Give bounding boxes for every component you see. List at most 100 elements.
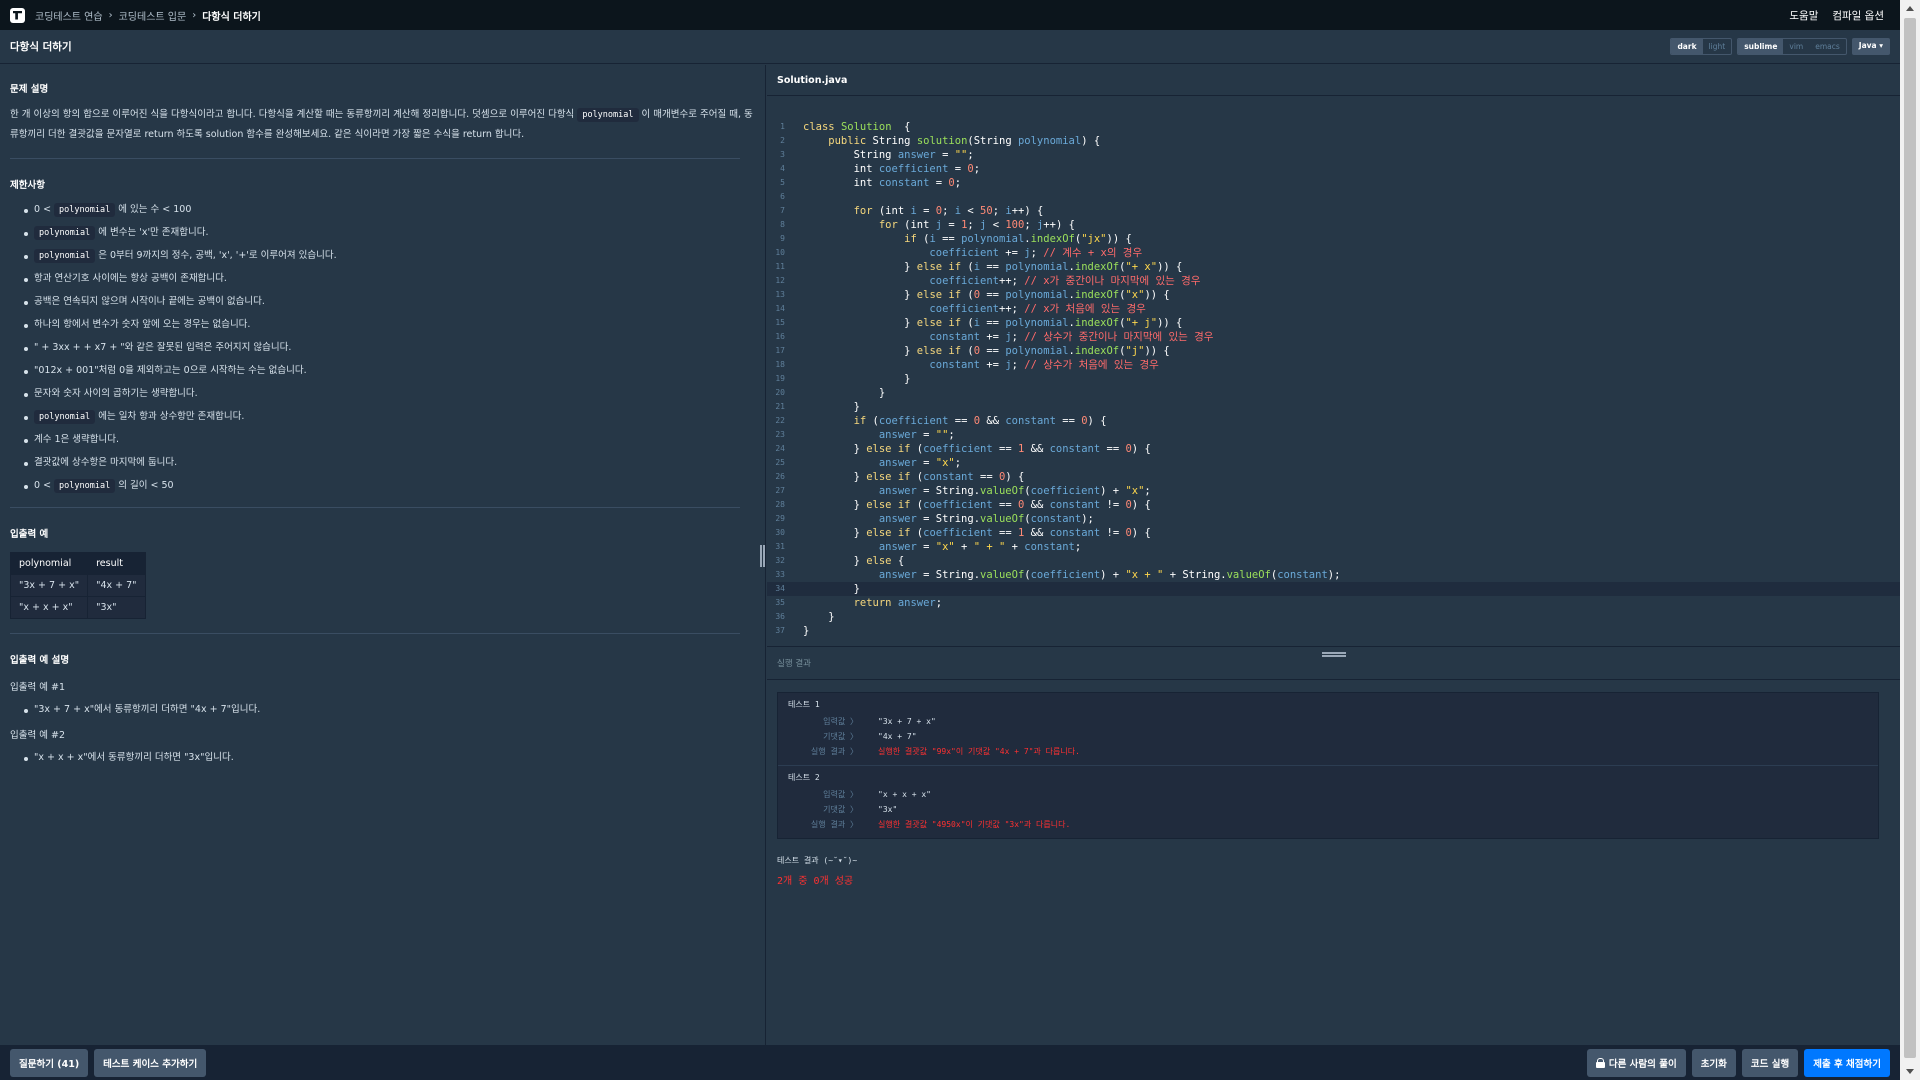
constraint-text: 결괏값에 상수항은 마지막에 둡니다. xyxy=(34,457,178,468)
constraint-text: 0 < xyxy=(34,480,55,491)
code-text: } else if (i == polynomial.indexOf("+ x"… xyxy=(803,260,1182,274)
breadcrumb-intro[interactable]: 코딩테스트 입문 xyxy=(119,8,187,23)
line-number: 18 xyxy=(775,360,785,369)
code-token: ) + xyxy=(1100,485,1126,497)
divider xyxy=(10,158,740,159)
code-token: polynomial xyxy=(961,233,1025,245)
code-line: 27 answer = String.valueOf(coefficient) … xyxy=(767,484,1900,498)
code-token: else if xyxy=(866,499,917,511)
code-token: ++) { xyxy=(1043,219,1075,231)
code-token: ) { xyxy=(1005,471,1025,483)
keymap-emacs-button[interactable]: emacs xyxy=(1809,39,1846,54)
code-token: constant xyxy=(1049,499,1101,511)
run-code-button[interactable]: 코드 실행 xyxy=(1741,1048,1799,1077)
code-token: )) { xyxy=(1144,289,1170,301)
code-text: } xyxy=(803,610,834,624)
code-token: " + " xyxy=(973,541,1006,553)
line-number: 20 xyxy=(775,388,785,397)
code-token: ; xyxy=(1144,485,1151,497)
code-token: polynomial xyxy=(1005,261,1069,273)
line-number: 3 xyxy=(780,150,785,159)
line-number: 24 xyxy=(775,444,785,453)
constraint-text: "012x + 001"처럼 0을 제외하고는 0으로 시작하는 수는 없습니다… xyxy=(34,365,307,376)
code-line: 33 answer = String.valueOf(coefficient) … xyxy=(767,568,1900,582)
code-token: (String xyxy=(967,135,1018,147)
code-token: ) { xyxy=(1087,415,1107,427)
programmers-logo-icon[interactable] xyxy=(10,7,25,23)
line-number: 28 xyxy=(775,500,785,509)
ask-question-button[interactable]: 질문하기 (41) xyxy=(10,1048,89,1077)
code-token: // x가 중간이나 마지막에 있는 경우 xyxy=(1024,275,1201,287)
breadcrumb-practice[interactable]: 코딩테스트 연습 xyxy=(35,8,103,23)
theme-dark-button[interactable]: dark xyxy=(1671,39,1703,54)
code-token: == xyxy=(980,317,1006,329)
theme-light-button[interactable]: light xyxy=(1703,39,1732,54)
code-line: 8 for (int j = 1; j < 100; j++) { xyxy=(767,218,1900,232)
keymap-sublime-button[interactable]: sublime xyxy=(1738,39,1784,54)
line-number: 37 xyxy=(775,626,785,635)
code-token: if xyxy=(803,415,873,427)
code-token: )) { xyxy=(1157,261,1183,273)
code-text: if (i == polynomial.indexOf("jx")) { xyxy=(803,232,1132,246)
line-number: 31 xyxy=(775,542,785,551)
code-token: (int xyxy=(878,205,911,217)
code-token: constant xyxy=(803,359,981,371)
summary-text: 2개 중 0개 성공 xyxy=(777,876,854,887)
code-token: "j" xyxy=(1125,345,1145,357)
submit-button[interactable]: 제출 후 채점하기 xyxy=(1804,1048,1890,1077)
problem-pane[interactable]: 문제 설명 한 개 이상의 항의 합으로 이루어진 식을 다항식이라고 합니다.… xyxy=(0,65,766,1045)
page-scrollbar[interactable] xyxy=(1900,0,1920,1080)
add-testcase-button[interactable]: 테스트 케이스 추가하기 xyxy=(94,1048,207,1077)
code-token: class xyxy=(803,121,841,133)
code-token: constant xyxy=(1277,569,1328,581)
horizontal-splitter-handle[interactable] xyxy=(1322,652,1346,657)
vertical-splitter-handle[interactable] xyxy=(760,545,765,567)
constraint-text: 에는 일차 항과 상수항만 존재합니다. xyxy=(95,411,245,422)
code-line: 18 constant += j; // 상수가 처음에 있는 경우 xyxy=(767,358,1900,372)
code-token: 100 xyxy=(1005,219,1025,231)
code-token: } xyxy=(803,401,860,413)
reset-button[interactable]: 초기화 xyxy=(1691,1048,1736,1077)
constraint-code: polynomial xyxy=(34,410,96,424)
top-nav: 코딩테스트 연습 › 코딩테스트 입문 › 다항식 더하기 도움말 컴파일 옵션 xyxy=(0,0,1900,30)
code-text: for (int i = 0; i < 50; i++) { xyxy=(803,204,1044,218)
code-token: constant xyxy=(878,177,930,189)
keymap-toggle: sublime vim emacs xyxy=(1737,38,1847,55)
desc-title: 문제 설명 xyxy=(10,84,49,95)
line-number: 10 xyxy=(775,248,785,257)
table-cell: "3x" xyxy=(87,596,146,619)
code-text: int constant = 0; xyxy=(803,176,962,190)
language-select[interactable]: Java ▾ xyxy=(1851,38,1890,55)
code-line: 26 } else if (constant == 0) { xyxy=(767,470,1900,484)
constraint-code: polynomial xyxy=(34,226,96,240)
code-token: < xyxy=(961,205,981,217)
line-number: 33 xyxy=(775,570,785,579)
scroll-up-icon[interactable] xyxy=(1906,6,1914,11)
code-token: = String. xyxy=(916,485,981,497)
code-token: ; xyxy=(954,457,962,469)
others-solutions-button[interactable]: 다른 사람의 풀이 xyxy=(1586,1048,1686,1077)
code-token: coefficient xyxy=(803,247,999,259)
keymap-vim-button[interactable]: vim xyxy=(1783,39,1809,54)
code-token: indexOf xyxy=(1030,233,1075,245)
help-link[interactable]: 도움말 xyxy=(1789,8,1818,23)
compile-options-link[interactable]: 컴파일 옵션 xyxy=(1832,8,1884,23)
code-token: answer xyxy=(803,569,917,581)
code-text: return answer; xyxy=(803,596,943,610)
code-token: ; xyxy=(1024,219,1037,231)
code-token: else if xyxy=(916,345,968,357)
code-token: == xyxy=(980,261,1006,273)
code-token: valueOf xyxy=(980,569,1025,581)
result-title: 실행 결과 xyxy=(777,659,811,669)
code-line: 5 int constant = 0; xyxy=(767,176,1900,190)
scroll-down-icon[interactable] xyxy=(1906,1069,1914,1074)
code-token: } xyxy=(803,471,867,483)
code-token: } xyxy=(803,527,867,539)
code-line: 11 } else if (i == polynomial.indexOf("+… xyxy=(767,260,1900,274)
code-token: Solution xyxy=(840,121,892,133)
code-token: + String. xyxy=(1163,569,1227,581)
code-line: 36 } xyxy=(767,610,1900,624)
scrollbar-thumb[interactable] xyxy=(1904,18,1916,1058)
code-editor[interactable]: 1 class Solution {2 public String solutio… xyxy=(767,96,1900,647)
code-token: += xyxy=(980,359,1006,371)
